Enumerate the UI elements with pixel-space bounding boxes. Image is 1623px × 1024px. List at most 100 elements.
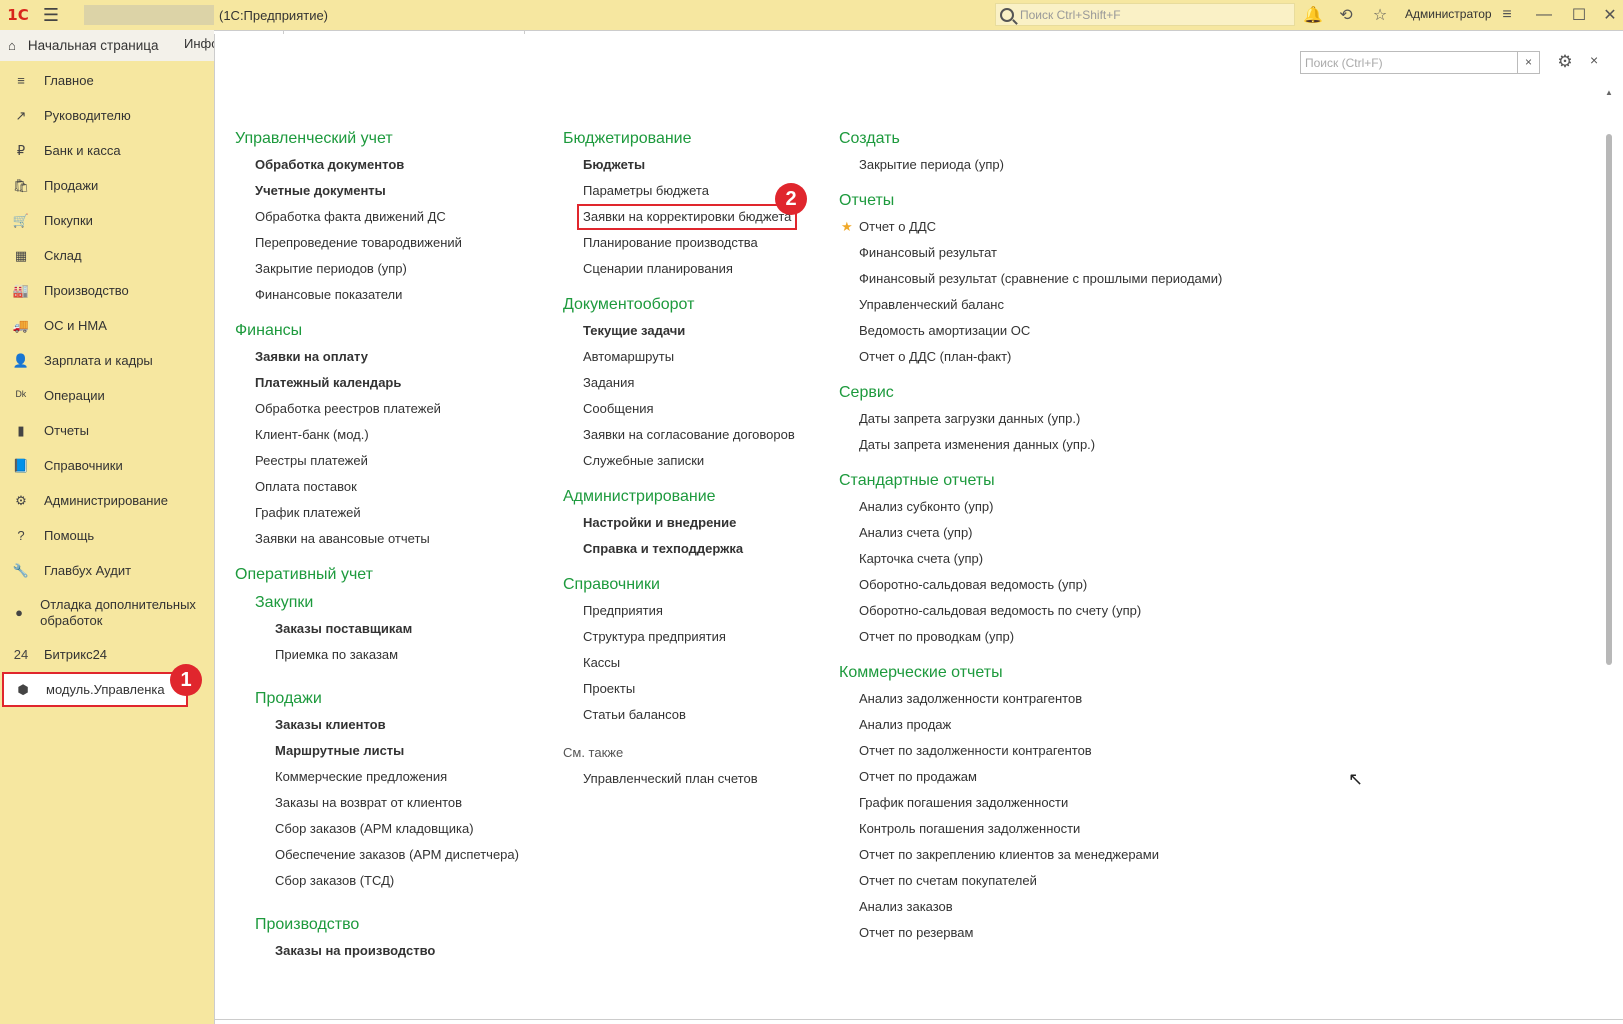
sidebar-item[interactable]: 🚚 ОС и НМА <box>0 308 214 343</box>
menu-link[interactable]: Задания <box>563 370 833 396</box>
user-name[interactable]: Администратор <box>1405 7 1492 21</box>
menu-link[interactable]: Предприятия <box>563 598 833 624</box>
form-search-input[interactable]: Поиск (Ctrl+F) <box>1300 51 1518 74</box>
sidebar-item[interactable]: 🔧 Главбух Аудит <box>0 553 214 588</box>
menu-link[interactable]: Отчет по продажам <box>839 764 1259 790</box>
menu-link[interactable]: Реестры платежей <box>235 448 545 474</box>
sidebar-item[interactable]: ≡ Главное <box>0 63 214 98</box>
menu-link[interactable]: Текущие задачи <box>563 318 833 344</box>
sidebar-item[interactable]: 📘 Справочники <box>0 448 214 483</box>
menu-link[interactable]: Настройки и внедрение <box>563 510 833 536</box>
sidebar-item[interactable]: 👤 Зарплата и кадры <box>0 343 214 378</box>
menu-link[interactable]: График платежей <box>235 500 545 526</box>
menu-link[interactable]: Сообщения <box>563 396 833 422</box>
menu-link[interactable]: Сценарии планирования <box>563 256 833 282</box>
menu-link[interactable]: Даты запрета загрузки данных (упр.) <box>839 406 1259 432</box>
menu-link[interactable]: Приемка по заказам <box>235 642 545 668</box>
menu-link[interactable]: Служебные записки <box>563 448 833 474</box>
search-clear-button[interactable]: × <box>1518 51 1540 74</box>
menu-link[interactable]: Сбор заказов (ТСД) <box>235 868 545 894</box>
menu-link[interactable]: Заявки на авансовые отчеты <box>235 526 545 552</box>
menu-link[interactable]: Отчет по резервам <box>839 920 1259 946</box>
menu-link[interactable]: Контроль погашения задолженности <box>839 816 1259 842</box>
menu-link[interactable]: Ведомость амортизации ОС <box>839 318 1259 344</box>
menu-link[interactable]: Управленческий баланс <box>839 292 1259 318</box>
minimize-icon[interactable]: — <box>1534 5 1554 25</box>
gear-icon[interactable]: ⚙ <box>1555 52 1575 72</box>
home-tab[interactable]: ⌂ Начальная страница Инфо <box>0 30 218 61</box>
menu-link[interactable]: Закрытие периодов (упр) <box>235 256 545 282</box>
menu-link[interactable]: Справка и техподдержка <box>563 536 833 562</box>
sidebar-item[interactable]: ⬢ модуль.Управленка <box>2 672 188 707</box>
menu-link[interactable]: Карточка счета (упр) <box>839 546 1259 572</box>
bell-icon[interactable]: 🔔 <box>1303 5 1323 25</box>
menu-link[interactable]: Закрытие периода (упр) <box>839 152 1259 178</box>
menu-link[interactable]: График погашения задолженности <box>839 790 1259 816</box>
menu-link[interactable]: Платежный календарь <box>235 370 545 396</box>
menu-link[interactable]: Анализ счета (упр) <box>839 520 1259 546</box>
menu-link[interactable]: Управленческий план счетов <box>563 766 833 792</box>
sidebar-item[interactable]: ⚙ Администрирование <box>0 483 214 518</box>
menu-link[interactable]: Финансовый результат <box>839 240 1259 266</box>
menu-link[interactable]: Клиент-банк (мод.) <box>235 422 545 448</box>
sidebar-item[interactable]: ▦ Склад <box>0 238 214 273</box>
sidebar-item[interactable]: ▮ Отчеты <box>0 413 214 448</box>
menu-link[interactable]: Заказы поставщикам <box>235 616 545 642</box>
menu-link[interactable]: Кассы <box>563 650 833 676</box>
menu-link[interactable]: Анализ субконто (упр) <box>839 494 1259 520</box>
menu-link[interactable]: Отчет о ДДС (план-факт) <box>839 344 1259 370</box>
sidebar-item[interactable]: 🛍 Продажи <box>0 168 214 203</box>
sidebar-item[interactable]: ᴰᵏ Операции <box>0 378 214 413</box>
menu-link[interactable]: Заявки на корректировки бюджета <box>576 204 798 230</box>
menu-link[interactable]: Обработка документов <box>235 152 545 178</box>
sidebar-item[interactable]: ₽ Банк и касса <box>0 133 214 168</box>
menu-link[interactable]: Оборотно-сальдовая ведомость (упр) <box>839 572 1259 598</box>
menu-link[interactable]: Анализ задолженности контрагентов <box>839 686 1259 712</box>
menu-link[interactable]: Заказы клиентов <box>235 712 545 738</box>
menu-link[interactable]: Даты запрета изменения данных (упр.) <box>839 432 1259 458</box>
window-close-icon[interactable]: ✕ <box>1600 5 1620 25</box>
sidebar-item[interactable]: ? Помощь <box>0 518 214 553</box>
menu-link[interactable]: Обеспечение заказов (АРМ диспетчера) <box>235 842 545 868</box>
history-icon[interactable]: ⟲ <box>1336 5 1356 25</box>
menu-link[interactable]: Планирование производства <box>563 230 833 256</box>
menu-link[interactable]: Маршрутные листы <box>235 738 545 764</box>
menu-link[interactable]: Оборотно-сальдовая ведомость по счету (у… <box>839 598 1259 624</box>
menu-link[interactable]: Финансовый результат (сравнение с прошлы… <box>839 266 1259 292</box>
menu-link[interactable]: Обработка факта движений ДС <box>235 204 545 230</box>
menu-link[interactable]: Статьи балансов <box>563 702 833 728</box>
hamburger-menu-icon[interactable]: ☰ <box>36 0 66 30</box>
menu-link[interactable]: Финансовые показатели <box>235 282 545 308</box>
menu-link[interactable]: Отчет по задолженности контрагентов <box>839 738 1259 764</box>
menu-link[interactable]: Анализ продаж <box>839 712 1259 738</box>
scroll-up-icon[interactable]: ▲ <box>1605 88 1613 97</box>
sidebar-item[interactable]: ↗ Руководителю <box>0 98 214 133</box>
menu-link[interactable]: Отчет о ДДС ★ <box>839 214 1259 240</box>
menu-link[interactable]: Оплата поставок <box>235 474 545 500</box>
close-icon[interactable]: × <box>1590 52 1598 68</box>
maximize-icon[interactable]: ☐ <box>1569 5 1589 25</box>
scrollbar-thumb[interactable] <box>1606 134 1612 665</box>
menu-link[interactable]: Заявки на оплату <box>235 344 545 370</box>
menu-link[interactable]: Заявки на согласование договоров <box>563 422 833 448</box>
menu-link[interactable]: Отчет по счетам покупателей <box>839 868 1259 894</box>
menu-link[interactable]: Сбор заказов (АРМ кладовщика) <box>235 816 545 842</box>
settings-lines-icon[interactable]: ≡ <box>1497 5 1517 25</box>
menu-link[interactable]: Обработка реестров платежей <box>235 396 545 422</box>
sidebar-item[interactable]: 🛒 Покупки <box>0 203 214 238</box>
menu-link[interactable]: Автомаршруты <box>563 344 833 370</box>
sidebar-item[interactable]: 🏭 Производство <box>0 273 214 308</box>
menu-link[interactable]: Отчет по закреплению клиентов за менедже… <box>839 842 1259 868</box>
global-search-input[interactable]: Поиск Ctrl+Shift+F <box>995 3 1295 26</box>
app-logo[interactable]: 1С <box>0 0 36 30</box>
menu-link[interactable]: Коммерческие предложения <box>235 764 545 790</box>
menu-link[interactable]: Учетные документы <box>235 178 545 204</box>
menu-link[interactable]: Перепроведение товародвижений <box>235 230 545 256</box>
star-icon[interactable]: ☆ <box>1370 5 1390 25</box>
menu-link[interactable]: Заказы на производство <box>235 938 545 964</box>
menu-link[interactable]: Заказы на возврат от клиентов <box>235 790 545 816</box>
menu-link[interactable]: Бюджеты <box>563 152 833 178</box>
sidebar-item[interactable]: ● Отладка дополнительных обработок <box>0 588 214 637</box>
menu-link[interactable]: Структура предприятия <box>563 624 833 650</box>
menu-link[interactable]: Проекты <box>563 676 833 702</box>
